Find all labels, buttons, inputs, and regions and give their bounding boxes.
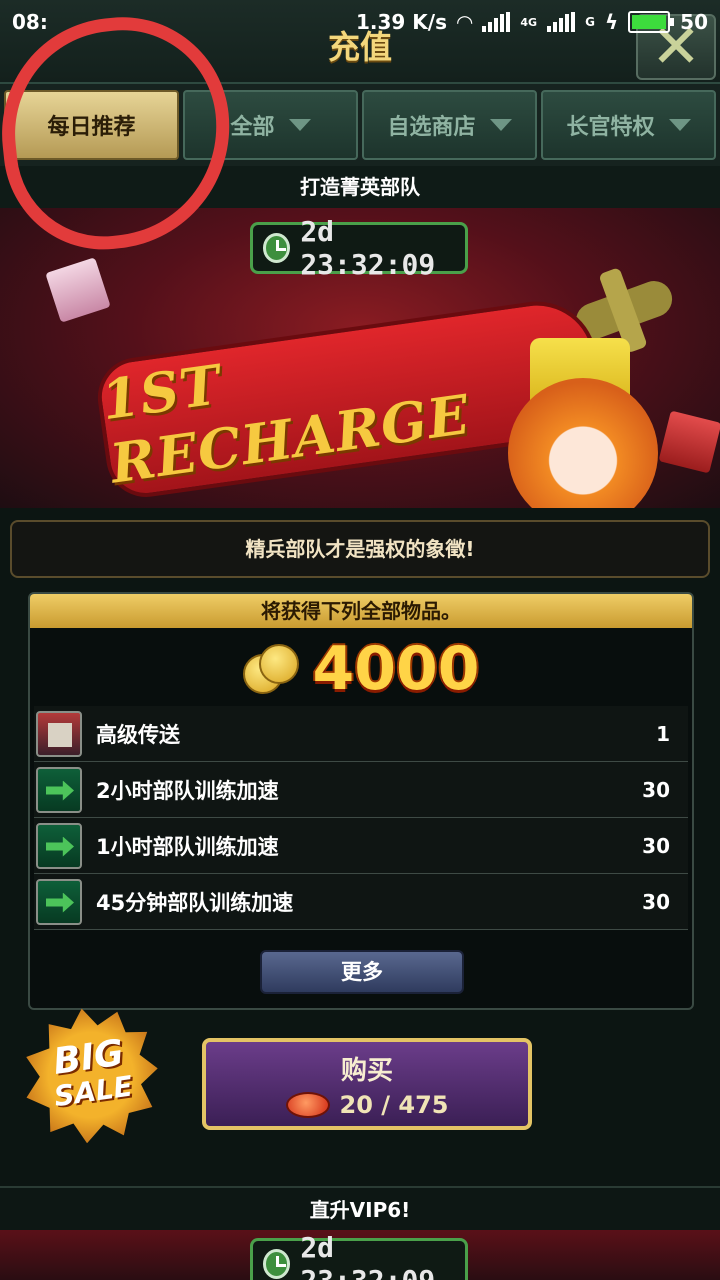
tab-daily-recommend[interactable]: 每日推荐 — [4, 90, 179, 160]
next-offer-banner: 2d 23:32:09 — [0, 1230, 720, 1280]
next-offer-timer: 2d 23:32:09 — [250, 1231, 468, 1280]
item-qty: 30 — [642, 889, 670, 914]
gold-coin-icon — [242, 644, 303, 694]
tab-label: 自选商店 — [387, 115, 476, 140]
offer-motto: 精兵部队才是强权的象徵! — [10, 520, 710, 578]
offer-banner: 1ST RECHARGE 2d 23:32:09 — [0, 208, 720, 508]
wifi-icon: ◠ — [457, 10, 473, 34]
item-qty: 1 — [656, 721, 670, 746]
rewards-header: 将获得下列全部物品。 — [30, 594, 692, 628]
big-sale-badge: BIG SALE — [15, 999, 166, 1150]
list-item: 1小时部队训练加速 30 — [34, 818, 688, 874]
tab-custom-shop[interactable]: 自选商店 — [362, 90, 537, 160]
item-qty: 30 — [642, 777, 670, 802]
training-speedup-1h-icon — [36, 822, 82, 869]
clock-icon — [263, 1249, 291, 1279]
battery-level: 50 — [680, 10, 708, 34]
status-time: 08: — [12, 10, 48, 34]
battery-icon — [628, 11, 675, 33]
training-speedup-45m-icon — [36, 878, 82, 925]
more-button[interactable]: 更多 — [260, 950, 464, 994]
list-item: 45分钟部队训练加速 30 — [34, 874, 688, 930]
clown-icon — [508, 378, 658, 508]
gold-reward: 4000 — [30, 634, 692, 704]
price: 20 / 475 — [285, 1090, 449, 1119]
list-item: 高级传送 1 — [34, 706, 688, 762]
item-name: 高级传送 — [96, 722, 180, 747]
item-qty: 30 — [642, 833, 670, 858]
network-g-label: G — [585, 15, 595, 29]
reward-items-list: 高级传送 1 2小时部队训练加速 30 1小时部队训练加速 30 45分钟部队训… — [34, 706, 688, 930]
signal-icon-2 — [547, 12, 576, 32]
chevron-down-icon — [288, 119, 311, 131]
timer-value: 2d 23:32:09 — [300, 215, 436, 281]
buy-label: 购买 — [340, 1055, 393, 1086]
teleport-book-icon — [36, 710, 82, 757]
timer-value: 2d 23:32:09 — [300, 1231, 435, 1280]
tab-all[interactable]: 全部 — [183, 90, 358, 160]
chevron-down-icon — [489, 119, 512, 131]
gift-box-icon — [45, 257, 111, 323]
next-offer-title: 直升VIP6! — [0, 1186, 720, 1230]
tab-label: 每日推荐 — [47, 115, 136, 140]
clock-icon — [263, 233, 291, 263]
tab-officer-privilege[interactable]: 长官特权 — [541, 90, 716, 160]
list-item: 2小时部队训练加速 30 — [34, 762, 688, 818]
rewards-panel: 将获得下列全部物品。 4000 高级传送 1 2小时部队训练加速 30 1小时部… — [28, 592, 694, 1010]
price-value: 20 / 475 — [339, 1090, 449, 1119]
tab-label: 长官特权 — [566, 115, 655, 140]
tab-bar: 每日推荐 全部 自选商店 长官特权 — [0, 84, 720, 166]
status-bar: 08: 1.39 K/s ◠ 4G G ϟ 50 — [0, 0, 720, 44]
ruby-gem-icon — [285, 1091, 330, 1118]
network-4g-label: 4G — [520, 15, 538, 29]
buy-button[interactable]: 购买 20 / 475 — [202, 1038, 532, 1130]
network-speed: 1.39 K/s — [356, 10, 448, 34]
offer-timer: 2d 23:32:09 — [250, 215, 468, 281]
training-speedup-2h-icon — [36, 766, 82, 813]
item-name: 1小时部队训练加速 — [96, 834, 279, 859]
offer-title: 打造菁英部队 — [0, 166, 720, 208]
tab-label: 全部 — [230, 115, 275, 140]
item-name: 45分钟部队训练加速 — [96, 890, 294, 915]
charging-icon: ϟ — [604, 10, 619, 34]
gold-amount: 4000 — [312, 634, 480, 704]
gift-box-icon — [658, 410, 720, 474]
signal-icon — [482, 12, 511, 32]
item-name: 2小时部队训练加速 — [96, 778, 279, 803]
chevron-down-icon — [668, 119, 691, 131]
